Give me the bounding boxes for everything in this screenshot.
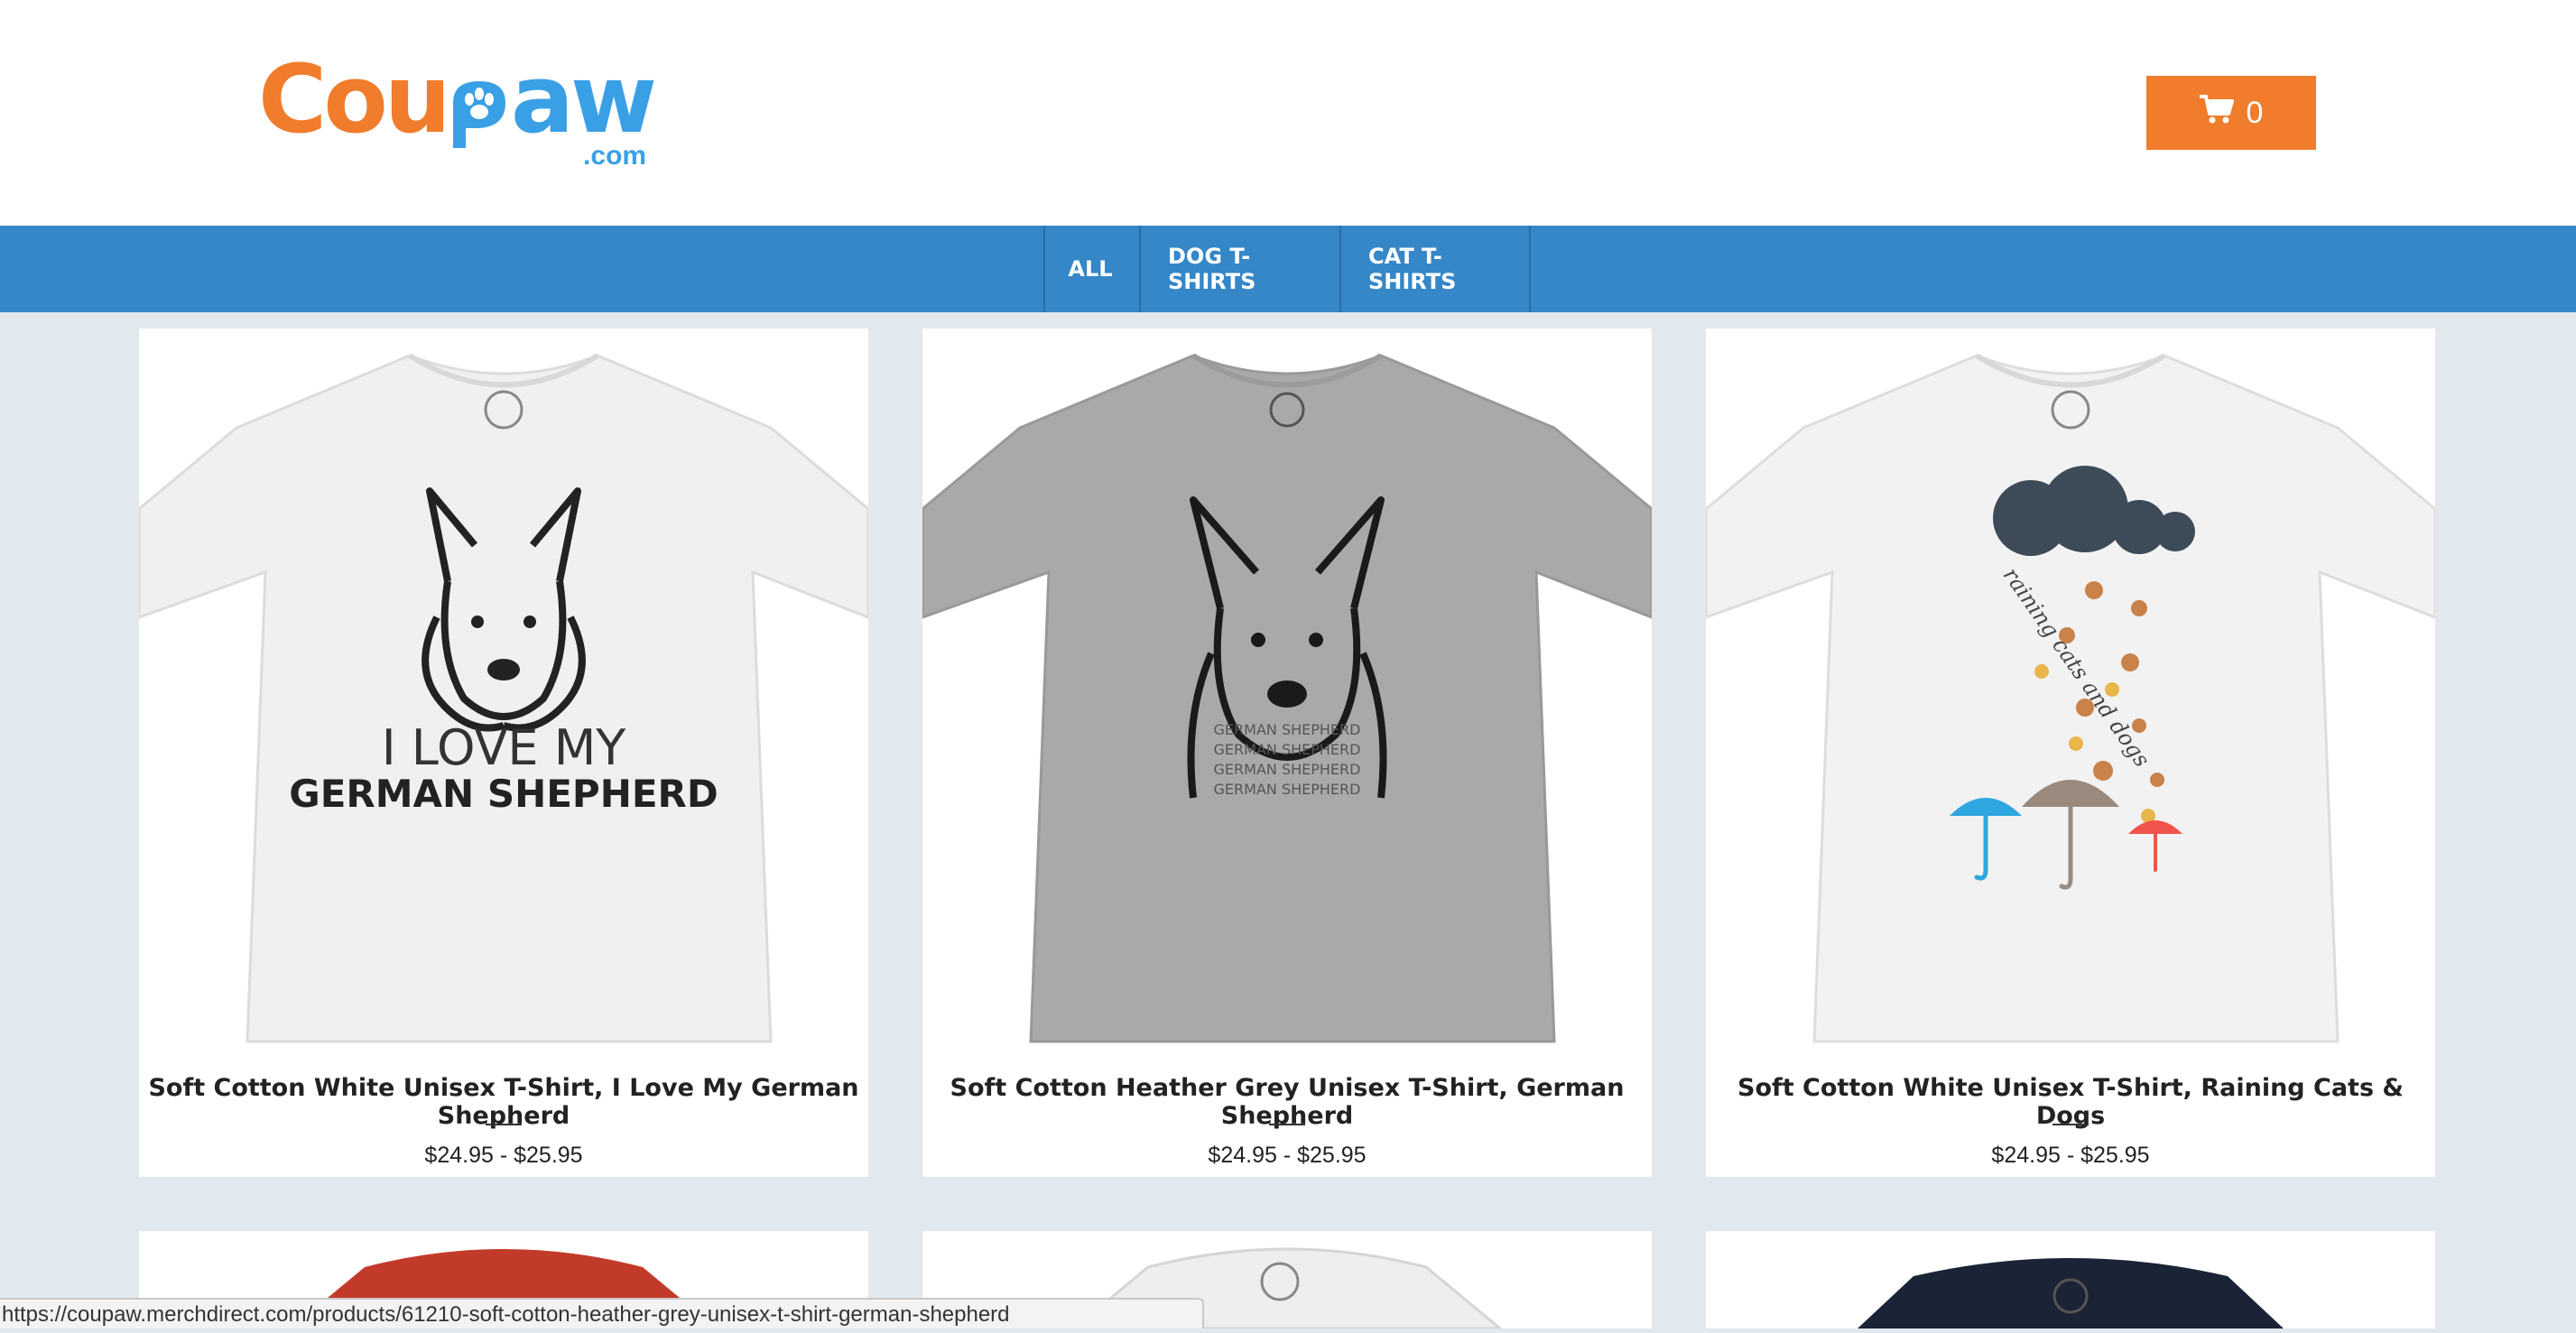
product-price: $24.95 - $25.95: [424, 1143, 583, 1168]
print-text-pattern: GERMAN SHEPHERD: [1214, 761, 1361, 778]
product-title[interactable]: Soft Cotton White Unisex T-Shirt, I Love…: [139, 1074, 868, 1130]
browser-status-url: https://coupaw.merchdirect.com/products/…: [0, 1298, 1204, 1328]
product-image[interactable]: raining cats and dogs: [1706, 329, 2435, 1051]
product-price: $24.95 - $25.95: [1208, 1143, 1367, 1168]
category-nav: ALL DOG T-SHIRTS CAT T-SHIRTS: [0, 226, 2576, 312]
paw-icon: [449, 69, 509, 148]
product-image[interactable]: [1706, 1231, 2435, 1328]
coupaw-logo[interactable]: Cou aw .com: [258, 44, 657, 171]
logo-text-part2: aw: [510, 44, 657, 154]
cart-icon: [2199, 94, 2234, 133]
print-text-line1: I LOVE MY: [382, 719, 627, 776]
print-text-pattern: GERMAN SHEPHERD: [1214, 781, 1361, 798]
title-divider: [486, 1124, 522, 1125]
product-card[interactable]: GERMAN SHEPHERD GERMAN SHEPHERD GERMAN S…: [922, 329, 1652, 1177]
title-divider: [2052, 1124, 2089, 1125]
product-title[interactable]: Soft Cotton White Unisex T-Shirt, Rainin…: [1706, 1074, 2435, 1130]
logo-text-part1: Cou: [258, 44, 451, 154]
nav-item-dog-t-shirts[interactable]: DOG T-SHIRTS: [1139, 226, 1336, 312]
product-card[interactable]: [1706, 1231, 2435, 1328]
title-divider: [1269, 1124, 1305, 1125]
product-image[interactable]: GERMAN SHEPHERD GERMAN SHEPHERD GERMAN S…: [922, 329, 1652, 1051]
nav-item-cat-t-shirts[interactable]: CAT T-SHIRTS: [1339, 226, 1531, 312]
product-title[interactable]: Soft Cotton Heather Grey Unisex T-Shirt,…: [922, 1074, 1652, 1130]
nav-item-all[interactable]: ALL: [1043, 226, 1135, 312]
cart-button[interactable]: 0: [2146, 76, 2316, 150]
product-image[interactable]: I LOVE MY GERMAN SHEPHERD: [139, 329, 868, 1051]
product-card[interactable]: raining cats and dogs: [1706, 329, 2435, 1177]
product-card[interactable]: I LOVE MY GERMAN SHEPHERD: [139, 329, 868, 1177]
site-header: Cou aw .com 0: [0, 0, 2576, 226]
product-price: $24.95 - $25.95: [1991, 1143, 2150, 1168]
cart-count: 0: [2246, 95, 2264, 130]
print-text-pattern: GERMAN SHEPHERD: [1214, 741, 1361, 758]
print-text-line2: GERMAN SHEPHERD: [289, 772, 718, 816]
logo-domain: .com: [583, 141, 647, 171]
print-text-pattern: GERMAN SHEPHERD: [1214, 721, 1361, 738]
